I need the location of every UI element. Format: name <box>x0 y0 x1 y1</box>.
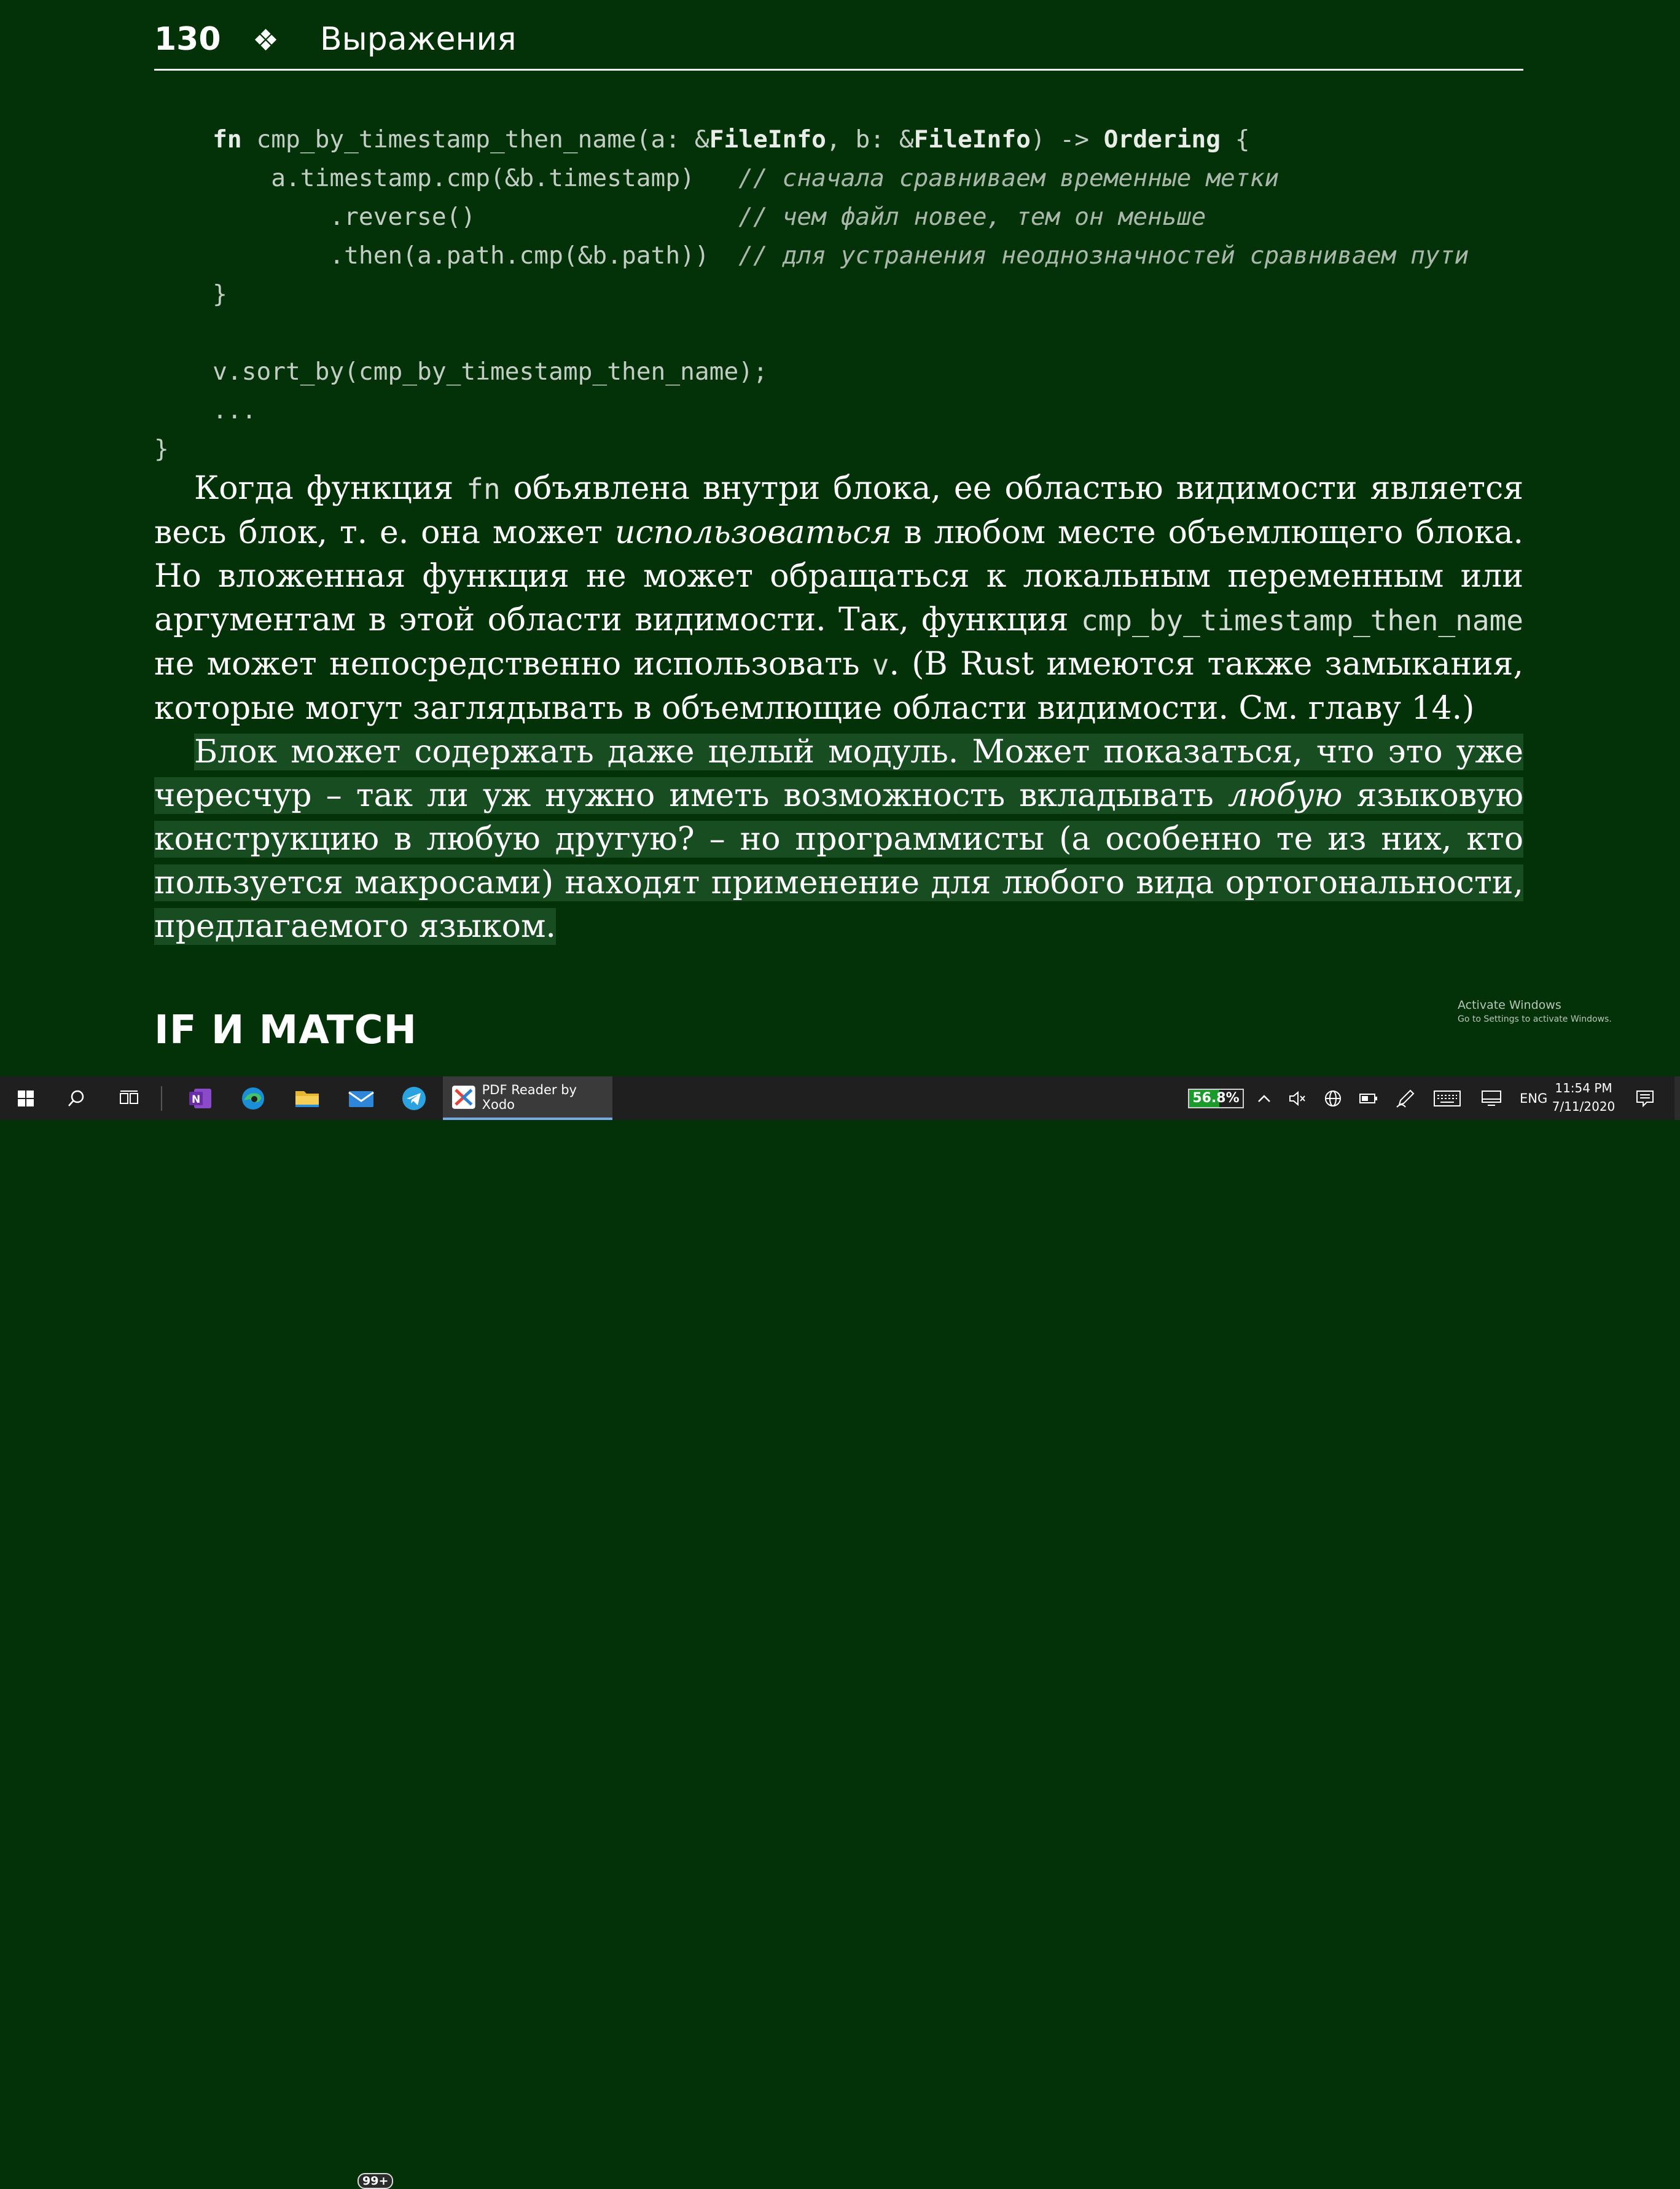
notification-count-badge: 99+ <box>357 2173 394 2189</box>
taskbar-divider <box>161 1086 162 1111</box>
code-block: fn cmp_by_timestamp_then_name(a: &FileIn… <box>154 120 1469 469</box>
chevron-up-icon <box>1258 1094 1270 1102</box>
edge-button[interactable] <box>237 1076 269 1120</box>
inline-code: cmp_by_timestamp_then_name <box>1080 604 1523 637</box>
pdf-page: 130 ❖ Выражения fn cmp_by_timestamp_then… <box>0 0 1680 1076</box>
show-desktop-button[interactable] <box>1674 1076 1680 1120</box>
folder-icon <box>295 1091 319 1107</box>
date: 7/11/2020 <box>1552 1099 1616 1114</box>
code-comment: // чем файл новее, тем он меньше <box>738 203 1206 231</box>
edge-browser-icon <box>242 1087 264 1110</box>
svg-text:N: N <box>192 1094 200 1106</box>
touch-keyboard-button[interactable] <box>1431 1076 1463 1120</box>
time: 11:54 PM <box>1555 1081 1612 1095</box>
battery-percent: 56.8% <box>1192 1091 1240 1106</box>
xodo-pdf-icon <box>451 1085 475 1109</box>
ornament-icon: ❖ <box>252 23 279 58</box>
code-comment: // для устранения неоднозначностей сравн… <box>738 241 1469 270</box>
task-view-icon <box>120 1090 138 1104</box>
active-app-label: PDF Reader by Xodo <box>482 1082 577 1112</box>
keyboard-icon <box>1434 1090 1461 1106</box>
power-button[interactable] <box>1356 1076 1381 1120</box>
body-text: Когда функция fn объявлена внутри блока,… <box>154 467 1524 949</box>
code-line: .reverse() // чем файл новее, тем он мен… <box>213 203 1206 231</box>
code-line: .then(a.path.cmp(&b.path)) // для устран… <box>213 241 1469 270</box>
code-line: a.timestamp.cmp(&b.timestamp) // сначала… <box>213 164 1280 192</box>
show-hidden-icons-button[interactable] <box>1253 1076 1275 1120</box>
onenote-icon: N <box>189 1088 211 1108</box>
display-button[interactable] <box>1479 1076 1504 1120</box>
task-view-button[interactable] <box>114 1076 144 1120</box>
code-line: } <box>213 280 227 308</box>
inline-code: fn <box>466 472 501 506</box>
windows-taskbar: N 99+ PDF Reader by Xodo 56.8% ENG 11:54… <box>0 1076 1680 2189</box>
start-button[interactable] <box>11 1076 41 1120</box>
inline-code: v <box>872 648 889 681</box>
page-number: 130 <box>154 21 221 58</box>
telegram-icon <box>402 1086 426 1110</box>
text-highlight[interactable]: любую <box>1227 777 1343 814</box>
search-button[interactable] <box>61 1076 91 1120</box>
input-language[interactable]: ENG <box>1520 1091 1547 1106</box>
code-line: v.sort_by(cmp_by_timestamp_then_name); <box>213 358 768 386</box>
section-heading: IF И MATCH <box>154 1008 418 1053</box>
battery-icon <box>1359 1093 1377 1103</box>
notification-icon <box>1636 1090 1654 1107</box>
action-center-button[interactable] <box>1631 1076 1659 1120</box>
telegram-button[interactable] <box>398 1076 430 1120</box>
windows-logo-icon <box>18 1090 34 1106</box>
globe-icon <box>1325 1090 1341 1106</box>
file-explorer-button[interactable] <box>291 1076 323 1120</box>
page-header: 130 ❖ Выражения <box>154 18 1523 71</box>
clock[interactable]: 11:54 PM 7/11/2020 <box>1548 1079 1619 1116</box>
mail-button[interactable] <box>344 1076 378 1120</box>
battery-meter[interactable]: 56.8% <box>1188 1089 1244 1108</box>
pdf-reader-taskbar-button[interactable]: PDF Reader by Xodo <box>443 1076 612 1120</box>
monitor-icon <box>1482 1090 1501 1106</box>
chapter-title: Выражения <box>320 21 517 58</box>
paragraph: Когда функция fn объявлена внутри блока,… <box>154 470 1524 727</box>
code-comment: // сначала сравниваем временные метки <box>738 164 1280 192</box>
activate-windows-watermark: Activate Windows Go to Settings to activ… <box>1458 998 1612 1024</box>
network-button[interactable] <box>1321 1076 1345 1120</box>
highlighted-paragraph[interactable]: Блок может содержать даже целый модуль. … <box>154 730 1524 949</box>
code-line: } <box>154 435 169 463</box>
volume-button[interactable] <box>1286 1076 1308 1120</box>
search-icon <box>68 1090 84 1106</box>
code-line: fn cmp_by_timestamp_then_name(a: &FileIn… <box>213 125 1250 154</box>
onenote-button[interactable]: N <box>184 1076 216 1120</box>
mail-icon <box>348 1091 374 1107</box>
volume-muted-icon <box>1289 1091 1305 1106</box>
pen-workspace-button[interactable] <box>1393 1076 1418 1120</box>
code-line: ... <box>213 396 257 425</box>
pen-icon <box>1396 1089 1415 1108</box>
